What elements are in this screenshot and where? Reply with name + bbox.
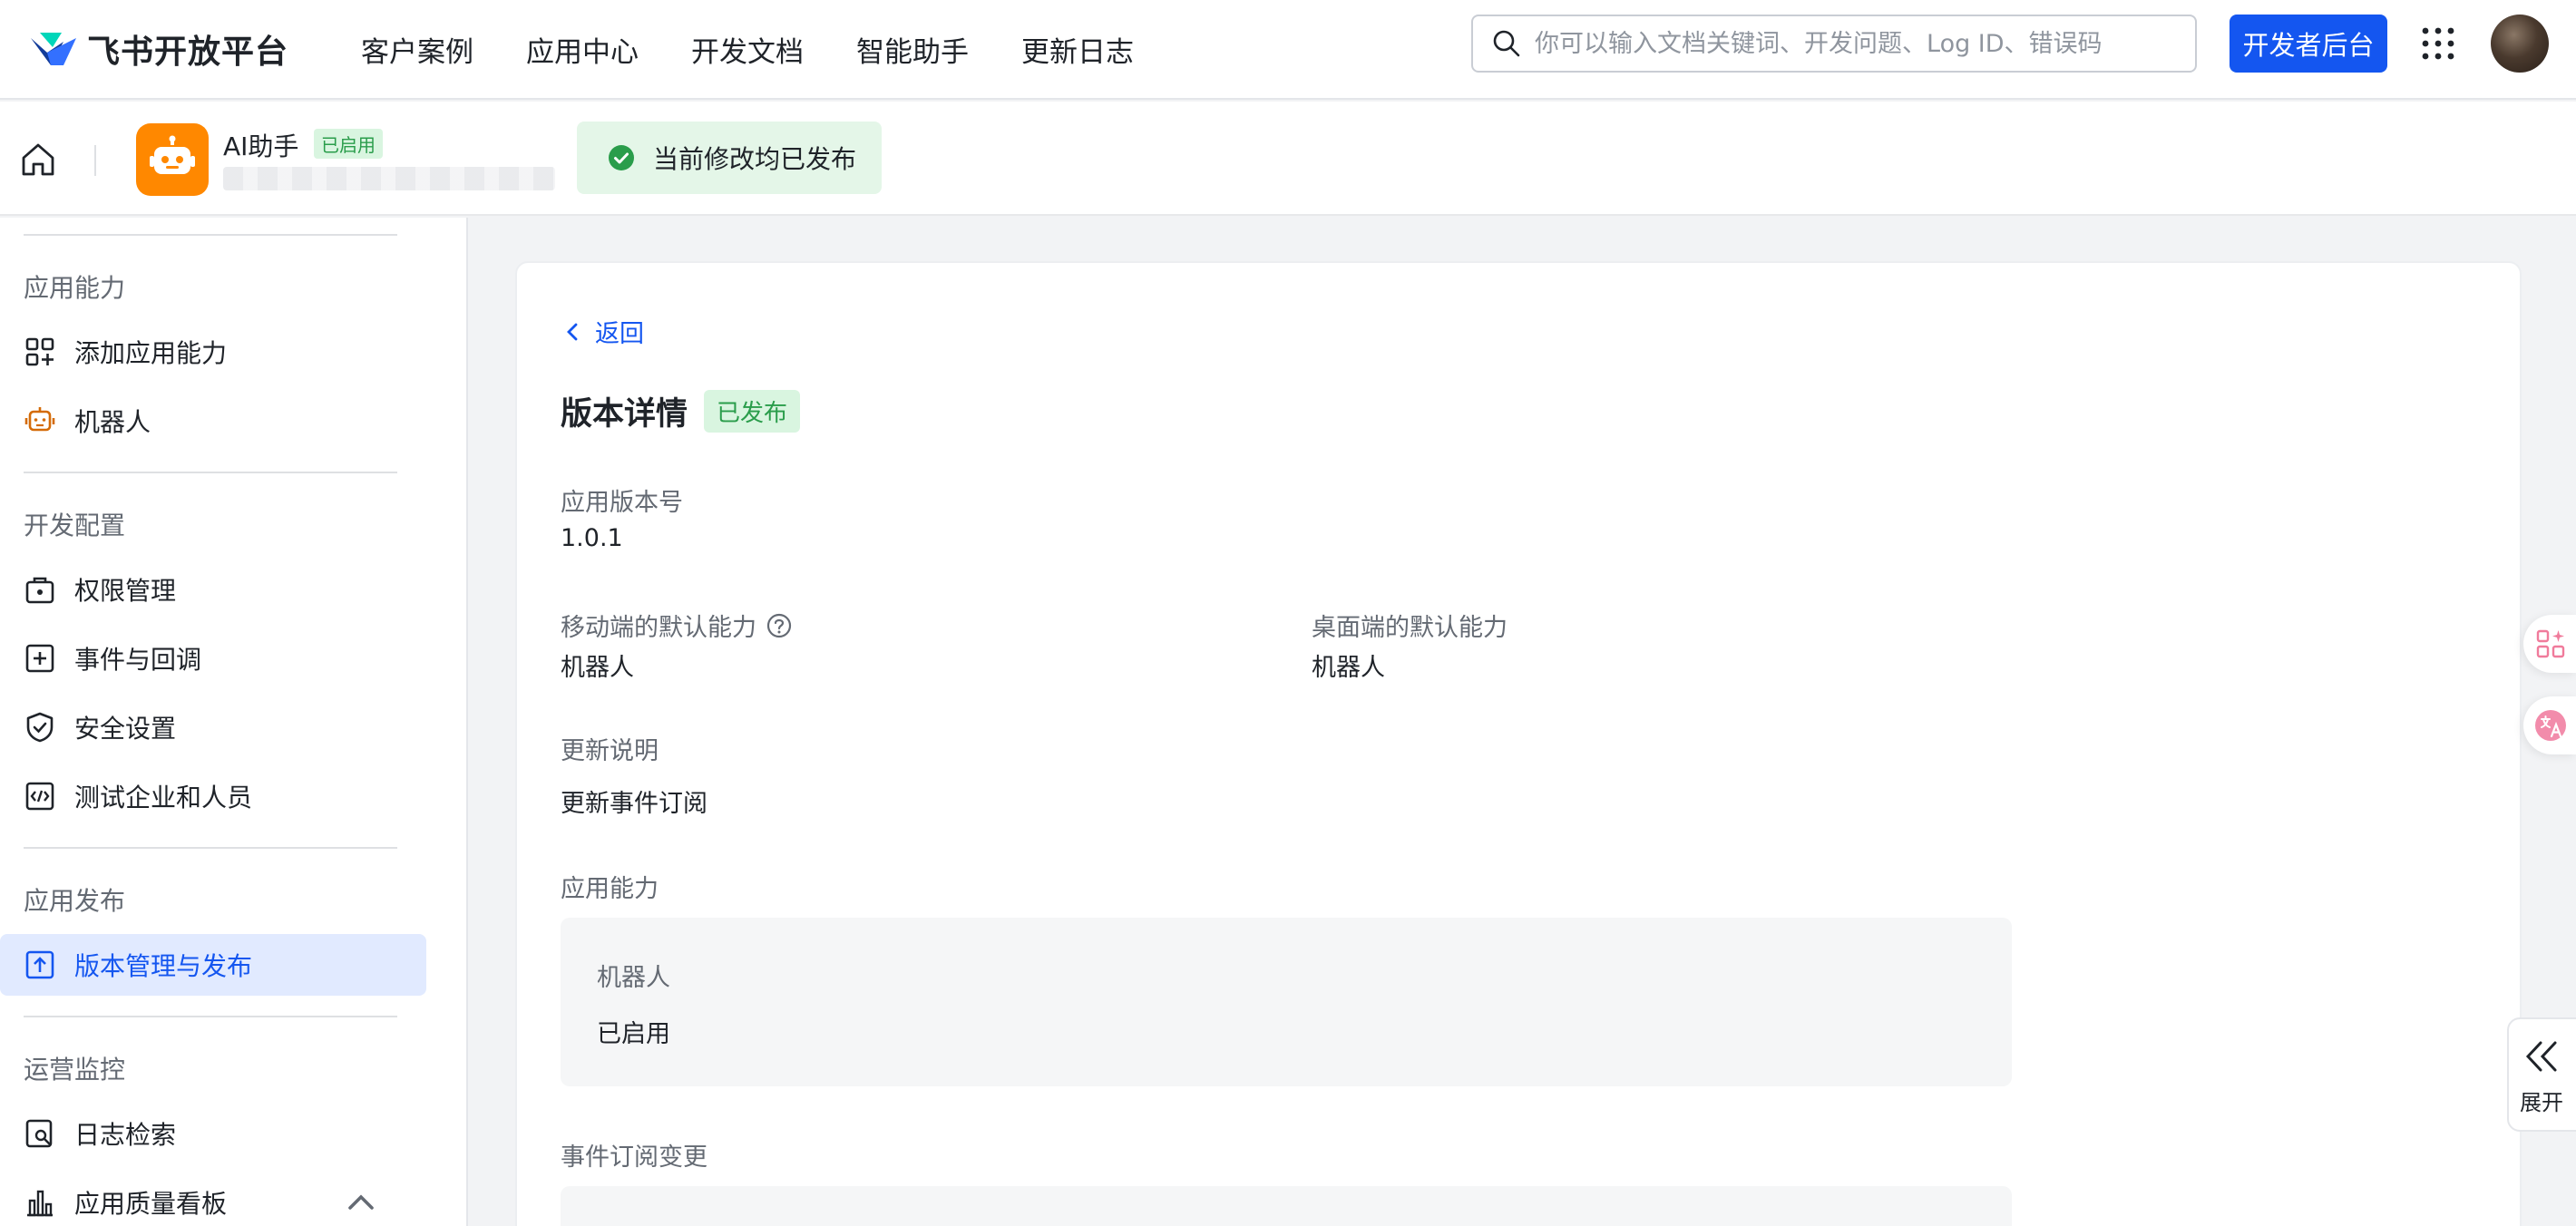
nav-link-app-center[interactable]: 应用中心 (526, 29, 639, 70)
expand-panel-button[interactable]: 展开 (2507, 1017, 2576, 1132)
sidebar-section-title: 应用能力 (24, 273, 126, 303)
chevron-left-icon (567, 323, 578, 340)
sidebar-item-label: 机器人 (74, 407, 151, 437)
event-icon (25, 644, 54, 673)
sidebar-item-test-tenants[interactable]: 测试企业和人员 (0, 765, 426, 827)
sidebar-item-permissions[interactable]: 权限管理 (0, 559, 426, 620)
release-notes-value: 更新事件订阅 (561, 790, 707, 818)
release-status-badge: 已发布 (704, 390, 801, 433)
release-notes-label: 更新说明 (561, 737, 659, 765)
developer-console-button[interactable]: 开发者后台 (2230, 15, 2387, 73)
version-label: 应用版本号 (561, 489, 683, 517)
apps-grid-icon[interactable] (2420, 25, 2456, 62)
sidebar-divider (24, 847, 397, 849)
sidebar-item-add-capability[interactable]: 添加应用能力 (0, 321, 426, 383)
capability-label: 应用能力 (561, 875, 659, 903)
app-header: AI助手 已启用 当前修改均已发布 (0, 102, 2576, 216)
help-icon[interactable] (766, 612, 793, 639)
capability-box: 机器人 已启用 (561, 918, 2012, 1086)
desktop-default-value: 机器人 (1312, 654, 1385, 682)
mobile-default-label: 移动端的默认能力 (561, 614, 756, 642)
page-title: 版本详情 (561, 396, 688, 433)
search-input[interactable] (1535, 29, 2170, 58)
toast-message: 当前修改均已发布 (653, 144, 857, 174)
back-label: 返回 (595, 320, 644, 348)
top-nav: 飞书开放平台 客户案例 应用中心 开发文档 智能助手 更新日志 开发者后台 (0, 0, 2576, 100)
mobile-default-value: 机器人 (561, 654, 634, 682)
sidebar-item-events[interactable]: 事件与回调 (0, 628, 426, 689)
top-nav-links: 客户案例 应用中心 开发文档 智能助手 更新日志 (361, 29, 1186, 70)
sidebar-item-label: 测试企业和人员 (74, 783, 253, 812)
app-name: AI助手 (223, 131, 299, 161)
search-box[interactable] (1471, 15, 2197, 73)
sidebar-item-label: 事件与回调 (74, 645, 202, 675)
version-detail-card: 返回 版本详情 已发布 应用版本号 1.0.1 移动端的默认能力 机器人 桌面端… (515, 261, 2522, 1226)
back-link[interactable]: 返回 (562, 314, 644, 349)
sidebar-item-quality-dashboard[interactable]: 应用质量看板 (0, 1172, 426, 1226)
bot-icon (24, 407, 55, 432)
sidebar-divider (24, 1016, 397, 1017)
sidebar-item-bot[interactable]: 机器人 (0, 390, 426, 452)
sidebar-divider (24, 472, 397, 473)
check-circle-icon (609, 145, 634, 170)
search-icon (1493, 30, 1520, 57)
sidebar: 应用能力 添加应用能力 机器人 开发配置 权限管理 事件与回调 安全设置 测试企… (0, 218, 468, 1226)
expand-label: 展开 (2520, 1090, 2563, 1115)
publish-toast: 当前修改均已发布 (577, 122, 882, 194)
bar-chart-icon (27, 1190, 53, 1217)
version-value: 1.0.1 (561, 524, 623, 552)
permission-icon (25, 577, 54, 604)
float-translate-button[interactable] (2523, 696, 2576, 754)
sidebar-item-security[interactable]: 安全设置 (0, 696, 426, 758)
user-avatar[interactable] (2491, 15, 2549, 73)
upload-icon (25, 950, 54, 979)
mobile-default-label-group: 移动端的默认能力 (561, 608, 793, 643)
shield-icon (26, 712, 54, 743)
sidebar-item-label: 应用质量看板 (74, 1189, 228, 1219)
sidebar-item-label: 日志检索 (74, 1120, 177, 1150)
event-changes-box (561, 1186, 2012, 1226)
sidebar-section-title: 运营监控 (24, 1055, 126, 1085)
sidebar-item-version-release[interactable]: 版本管理与发布 (0, 934, 426, 996)
log-search-icon (25, 1119, 53, 1148)
desktop-default-label: 桌面端的默认能力 (1312, 614, 1508, 642)
nav-link-changelog[interactable]: 更新日志 (1021, 29, 1134, 70)
chevron-up-icon[interactable] (345, 1186, 377, 1219)
translate-icon (2535, 710, 2566, 741)
capability-status: 已启用 (597, 1020, 670, 1048)
sidebar-item-label: 权限管理 (74, 576, 177, 606)
home-icon[interactable] (18, 140, 58, 180)
nav-link-cases[interactable]: 客户案例 (361, 29, 473, 70)
brand-name: 飞书开放平台 (87, 34, 289, 71)
event-changes-label: 事件订阅变更 (561, 1143, 707, 1172)
robot-icon (150, 135, 195, 174)
code-box-icon (25, 782, 54, 811)
nav-link-assistant[interactable]: 智能助手 (856, 29, 969, 70)
sidebar-item-label: 版本管理与发布 (74, 951, 253, 981)
double-chevron-left-icon (2525, 1041, 2557, 1072)
sidebar-item-log-search[interactable]: 日志检索 (0, 1103, 426, 1164)
sidebar-section-title: 开发配置 (24, 511, 126, 540)
app-subtitle-redacted (223, 167, 555, 190)
brand-logo[interactable]: 飞书开放平台 (27, 25, 288, 73)
add-capability-icon (25, 337, 54, 366)
feishu-logo-icon (31, 33, 76, 65)
app-icon[interactable] (136, 123, 209, 196)
sidebar-section-title: 应用发布 (24, 886, 126, 916)
capability-name: 机器人 (597, 964, 670, 992)
app-status-badge: 已启用 (314, 129, 383, 159)
widgets-icon (2536, 629, 2565, 658)
float-widget-button[interactable] (2523, 615, 2576, 673)
sidebar-divider (24, 234, 397, 236)
nav-link-docs[interactable]: 开发文档 (691, 29, 804, 70)
sidebar-item-label: 安全设置 (74, 714, 177, 744)
header-divider (94, 145, 96, 176)
sidebar-item-label: 添加应用能力 (74, 338, 228, 368)
